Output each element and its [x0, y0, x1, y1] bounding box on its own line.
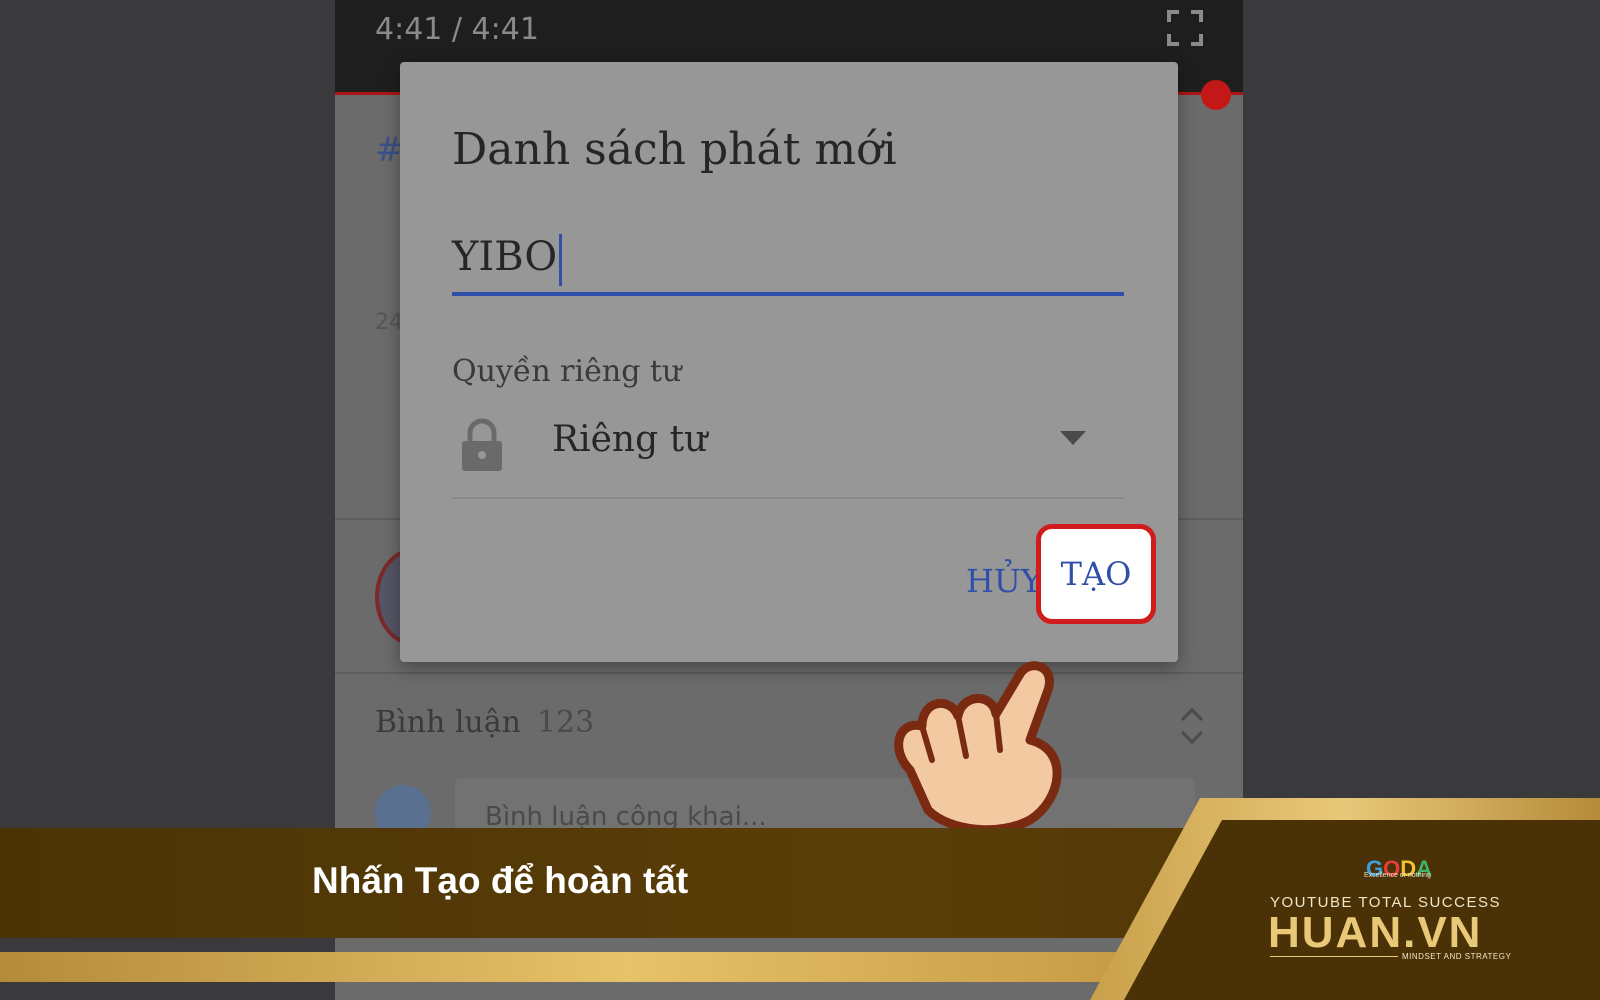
- privacy-select[interactable]: Riêng tư: [452, 417, 1124, 499]
- comments-header: Bình luận 123: [375, 705, 594, 740]
- cancel-button[interactable]: HỦY: [966, 562, 1042, 600]
- progress-handle: [1201, 80, 1231, 110]
- divider: [335, 672, 1243, 674]
- text-caret: [559, 234, 563, 286]
- privacy-label: Quyền riêng tư: [452, 354, 682, 389]
- caption-text: Nhấn Tạo để hoàn tất: [312, 860, 689, 901]
- lock-icon: [462, 418, 502, 471]
- brand-name: HUAN.VN: [1268, 908, 1483, 957]
- dropdown-arrow-icon: [1060, 431, 1086, 445]
- view-count-fragment: 24: [375, 310, 403, 335]
- expand-chevron-icon[interactable]: [1179, 706, 1205, 746]
- create-button[interactable]: TẠO: [1036, 524, 1156, 624]
- fullscreen-icon[interactable]: [1167, 10, 1203, 46]
- pointing-hand-icon: [894, 661, 1062, 830]
- comments-count: 123: [536, 705, 595, 740]
- gold-strip: [0, 952, 1140, 982]
- dialog-title: Danh sách phát mới: [452, 124, 897, 175]
- brand-tagline-bottom: MINDSET AND STRATEGY: [1402, 952, 1512, 961]
- playlist-name-value: YIBO: [452, 234, 558, 280]
- playlist-name-input[interactable]: YIBO: [452, 222, 1124, 296]
- video-time: 4:41 / 4:41: [375, 12, 539, 47]
- new-playlist-dialog: Danh sách phát mới YIBO Quyền riêng tư R…: [400, 62, 1178, 662]
- goda-tagline: Excellence or nothing: [1364, 872, 1431, 879]
- brand-divider: [1270, 956, 1398, 957]
- comments-label: Bình luận: [375, 705, 521, 740]
- privacy-value: Riêng tư: [552, 419, 708, 460]
